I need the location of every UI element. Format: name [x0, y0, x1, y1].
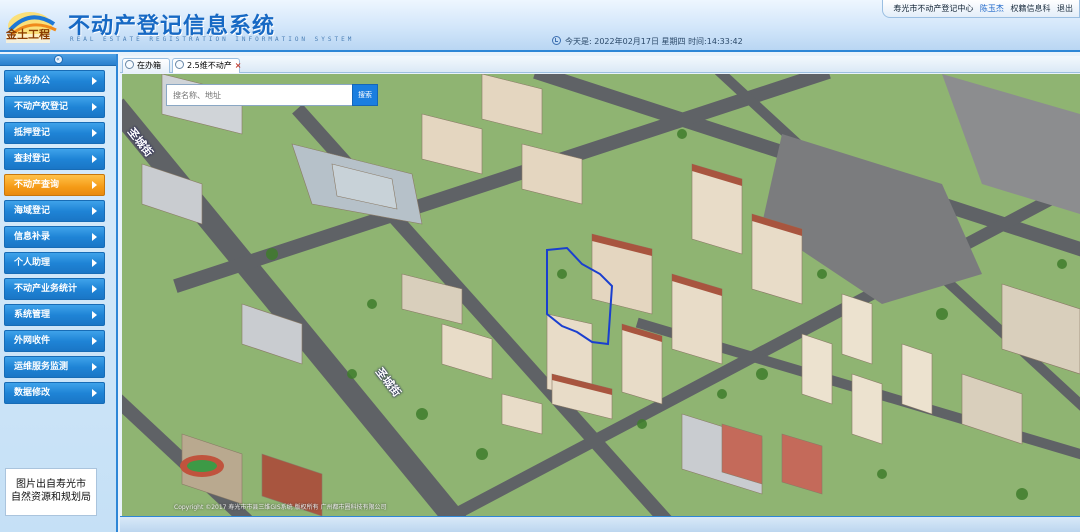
chevron-right-icon: [92, 389, 97, 397]
chevron-right-icon: [92, 181, 97, 189]
sidebar-item-property-query[interactable]: 不动产查询: [4, 174, 105, 196]
sidebar: « 业务办公 不动产权登记 抵押登记 查封登记 不动产查询 海域登记 信息补录 …: [0, 54, 118, 532]
tab-label: 在办箱: [137, 61, 161, 70]
weekday: 星期四: [661, 37, 686, 46]
credit-line-2: 自然资源和规划局: [11, 492, 91, 503]
map-search-box: 搜索: [166, 84, 378, 106]
close-icon[interactable]: ×: [235, 59, 242, 72]
time-label: 时间:: [688, 37, 707, 46]
image-credit: 图片出自寿光市 自然资源和规划局: [5, 468, 97, 516]
sidebar-item-ops-monitoring[interactable]: 运维服务监测: [4, 356, 105, 378]
sidebar-item-label: 数据修改: [14, 388, 51, 398]
sidebar-item-label: 个人助理: [14, 258, 51, 268]
map-viewport[interactable]: 搜索 圣城街 圣城街 Copyright ©2017 寿光市市县三维GIS系统 …: [122, 74, 1080, 516]
map-copyright: Copyright ©2017 寿光市市县三维GIS系统 版权所有 广州都市圈科…: [174, 504, 387, 511]
app-header: 金土工程 不动产登记信息系统 REAL ESTATE REGISTRATION …: [0, 0, 1080, 52]
collapse-icon[interactable]: «: [53, 55, 63, 64]
sidebar-item-seizure-registration[interactable]: 查封登记: [4, 148, 105, 170]
sidebar-item-label: 不动产业务统计: [14, 284, 78, 294]
sidebar-item-system-management[interactable]: 系统管理: [4, 304, 105, 326]
sidebar-item-property-registration[interactable]: 不动产权登记: [4, 96, 105, 118]
status-footer: [120, 516, 1080, 532]
sidebar-item-label: 信息补录: [14, 232, 51, 242]
sidebar-item-label: 查封登记: [14, 154, 51, 164]
dept-link[interactable]: 权籍信息科: [1010, 4, 1050, 13]
sidebar-item-external-intake[interactable]: 外网收件: [4, 330, 105, 352]
sidebar-collapse-bar[interactable]: «: [0, 54, 116, 66]
chevron-right-icon: [92, 363, 97, 371]
tab-home-icon: [125, 60, 134, 69]
chevron-right-icon: [92, 207, 97, 215]
user-bar: 寿光市不动产登记中心 陈玉杰 权籍信息科 退出: [882, 0, 1080, 18]
sidebar-item-business-office[interactable]: 业务办公: [4, 70, 105, 92]
sidebar-item-label: 外网收件: [14, 336, 51, 346]
chevron-right-icon: [92, 285, 97, 293]
search-button[interactable]: 搜索: [352, 84, 378, 106]
search-input[interactable]: [167, 85, 352, 105]
center-name: 寿光市不动产登记中心: [893, 4, 974, 13]
logo-text: 金土工程: [6, 28, 50, 41]
sidebar-item-label: 系统管理: [14, 310, 51, 320]
logout-link[interactable]: 退出: [1057, 4, 1073, 13]
date-value: 2022年02月17日: [594, 37, 659, 46]
sidebar-item-business-statistics[interactable]: 不动产业务统计: [4, 278, 105, 300]
tab-25d-property[interactable]: 2.5维不动产 ×: [172, 58, 242, 73]
credit-line-1: 图片出自寿光市: [16, 479, 86, 490]
chevron-right-icon: [92, 311, 97, 319]
tab-label: 2.5维不动产: [187, 61, 232, 70]
sidebar-item-personal-assistant[interactable]: 个人助理: [4, 252, 105, 274]
chevron-right-icon: [92, 77, 97, 85]
sidebar-item-label: 不动产查询: [14, 180, 60, 190]
chevron-right-icon: [92, 155, 97, 163]
tab-bar: 在办箱 2.5维不动产 ×: [120, 56, 1080, 73]
chevron-right-icon: [92, 233, 97, 241]
sidebar-item-label: 海域登记: [14, 206, 51, 216]
sidebar-item-label: 业务办公: [14, 76, 51, 86]
sidebar-item-sea-area-registration[interactable]: 海域登记: [4, 200, 105, 222]
sidebar-menu: 业务办公 不动产权登记 抵押登记 查封登记 不动产查询 海域登记 信息补录 个人…: [0, 66, 116, 404]
date-label: 今天是:: [565, 37, 592, 46]
clock-icon: [552, 36, 561, 45]
chevron-right-icon: [92, 103, 97, 111]
sidebar-item-data-modification[interactable]: 数据修改: [4, 382, 105, 404]
user-name[interactable]: 陈玉杰: [980, 4, 1004, 13]
sidebar-item-mortgage-registration[interactable]: 抵押登记: [4, 122, 105, 144]
sidebar-item-info-supplement[interactable]: 信息补录: [4, 226, 105, 248]
city-map-image: [122, 74, 1080, 516]
sidebar-item-label: 运维服务监测: [14, 362, 69, 372]
time-value: 14:33:42: [706, 37, 743, 46]
sidebar-item-label: 不动产权登记: [14, 102, 69, 112]
chevron-right-icon: [92, 337, 97, 345]
system-subtitle: REAL ESTATE REGISTRATION INFORMATION SYS…: [70, 36, 355, 43]
chevron-right-icon: [92, 129, 97, 137]
tab-page-icon: [175, 60, 184, 69]
date-time-bar: 今天是: 2022年02月17日 星期四 时间:14:33:42: [552, 36, 743, 47]
tab-inbox[interactable]: 在办箱: [122, 58, 170, 73]
chevron-right-icon: [92, 259, 97, 267]
sidebar-item-label: 抵押登记: [14, 128, 51, 138]
